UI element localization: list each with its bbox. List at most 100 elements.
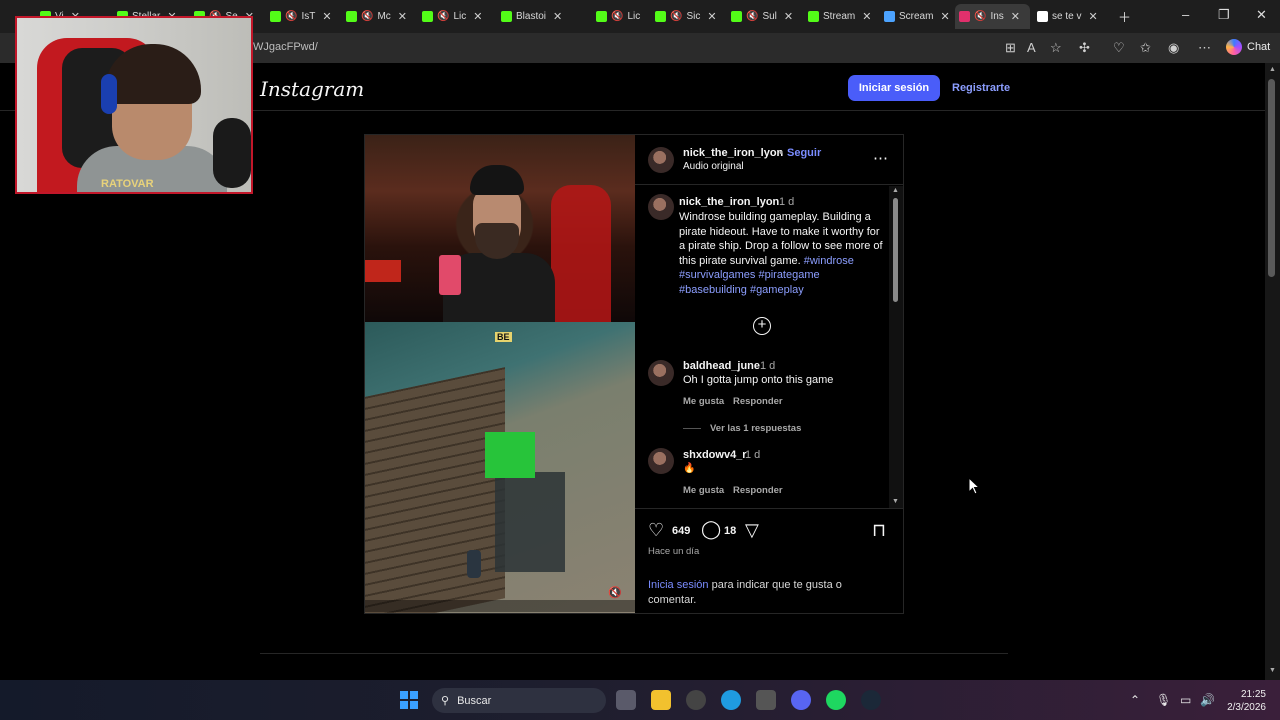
- comment-text: 🔥: [683, 463, 696, 474]
- more-options-icon[interactable]: ⋯: [873, 149, 888, 167]
- tab-mute-icon[interactable]: 🔇: [361, 11, 373, 22]
- tab-close-icon[interactable]: ✕: [398, 10, 407, 23]
- tab-close-icon[interactable]: ✕: [647, 10, 648, 23]
- login-prompt-link[interactable]: Inicia sesión: [648, 579, 709, 591]
- instagram-logo[interactable]: Instagram: [260, 77, 364, 101]
- tab-close-icon[interactable]: ✕: [862, 10, 871, 23]
- comment-avatar[interactable]: [648, 448, 674, 474]
- app-available-icon[interactable]: ⊞: [1005, 40, 1016, 56]
- browser-tab[interactable]: Blastoi ✕: [497, 4, 589, 29]
- tab-close-icon[interactable]: ✕: [322, 10, 331, 23]
- comment-username[interactable]: baldhead_june: [683, 360, 760, 372]
- url-text[interactable]: WJgacFPwd/: [253, 41, 318, 53]
- steam-icon[interactable]: [861, 690, 881, 710]
- comment-username[interactable]: shxdowv4_r: [683, 449, 747, 461]
- edge-browser-icon[interactable]: [721, 690, 741, 710]
- page-scrollbar[interactable]: ▲ ▼: [1265, 63, 1280, 680]
- browser-tab[interactable]: 🔇 Lic ✕: [592, 4, 648, 29]
- discord-icon[interactable]: [791, 690, 811, 710]
- spotify-icon[interactable]: [826, 690, 846, 710]
- comment-like-link[interactable]: Me gusta: [683, 396, 724, 407]
- caption-author[interactable]: nick_the_iron_lyon: [679, 196, 779, 208]
- tab-close-icon[interactable]: ✕: [473, 10, 482, 23]
- page-scroll-up-icon[interactable]: ▲: [1269, 66, 1276, 73]
- microphone-icon[interactable]: 🎙: [1156, 693, 1171, 707]
- obs-icon[interactable]: [686, 690, 706, 710]
- author-username[interactable]: nick_the_iron_lyon: [683, 147, 783, 159]
- tray-overflow-icon[interactable]: ⌃: [1130, 693, 1140, 707]
- tab-mute-icon[interactable]: 🔇: [746, 11, 758, 22]
- volume-icon[interactable]: 🔊: [1200, 693, 1215, 707]
- load-more-comments-icon[interactable]: +: [753, 317, 771, 335]
- follow-link[interactable]: Seguir: [787, 147, 821, 159]
- like-count[interactable]: 649: [672, 525, 690, 537]
- tab-mute-icon[interactable]: 🔇: [974, 11, 986, 22]
- read-aloud-icon[interactable]: A: [1027, 40, 1036, 55]
- browser-tab[interactable]: 🔇 Sul ✕: [727, 4, 801, 29]
- close-window-icon[interactable]: ✕: [1256, 7, 1267, 23]
- tab-mute-icon[interactable]: 🔇: [285, 11, 297, 22]
- task-view-icon[interactable]: [616, 690, 636, 710]
- scroll-up-arrow-icon[interactable]: ▲: [892, 187, 899, 194]
- comments-scrollbar[interactable]: ▲ ▼: [889, 186, 903, 508]
- browser-tab[interactable]: 🔇 Ins ✕: [955, 4, 1030, 29]
- network-icon[interactable]: ▭: [1180, 693, 1191, 707]
- system-clock[interactable]: 21:25 2/3/2026: [1220, 688, 1266, 714]
- tab-mute-icon[interactable]: 🔇: [670, 11, 682, 22]
- windows-taskbar: ⚲ Buscar ⌃ 🎙 ▭ 🔊 21:25 2/3/2026: [0, 680, 1280, 720]
- share-icon[interactable]: ▽: [745, 520, 759, 541]
- tab-mute-icon[interactable]: 🔇: [611, 11, 623, 22]
- comments-section: nick_the_iron_lyon 1 d Windrose building…: [635, 186, 903, 509]
- comments-scroll-thumb[interactable]: [893, 198, 898, 302]
- save-bookmark-icon[interactable]: ⊓: [872, 520, 886, 541]
- like-heart-icon[interactable]: ♡: [648, 520, 664, 541]
- video-neon-sign: [365, 260, 401, 282]
- caption-avatar[interactable]: [648, 194, 674, 220]
- comment-like-link[interactable]: Me gusta: [683, 485, 724, 496]
- login-button[interactable]: Iniciar sesión: [848, 75, 940, 101]
- tab-close-icon[interactable]: ✕: [553, 10, 562, 23]
- browser-tab[interactable]: se te v ✕: [1033, 4, 1108, 29]
- new-tab-icon[interactable]: ＋: [1118, 7, 1131, 26]
- audio-label[interactable]: Audio original: [683, 161, 744, 172]
- browser-tab[interactable]: 🔇 Sic ✕: [651, 4, 724, 29]
- scroll-down-arrow-icon[interactable]: ▼: [892, 498, 899, 505]
- page-scroll-thumb[interactable]: [1268, 79, 1275, 277]
- browser-tab[interactable]: Scream ✕: [880, 4, 952, 29]
- comment-reply-link[interactable]: Responder: [733, 396, 783, 407]
- browser-tab[interactable]: 🔇 IsT ✕: [266, 4, 339, 29]
- signup-link[interactable]: Registrarte: [952, 82, 1010, 94]
- browser-tab[interactable]: Stream ✕: [804, 4, 877, 29]
- browser-tab[interactable]: 🔇 Lic ✕: [418, 4, 494, 29]
- comment-avatar[interactable]: [648, 360, 674, 386]
- video-wooden-dock: [365, 367, 505, 613]
- browser-tab[interactable]: 🔇 Mc ✕: [342, 4, 415, 29]
- taskbar-search-box[interactable]: ⚲ Buscar: [432, 688, 606, 713]
- author-avatar[interactable]: [648, 147, 674, 173]
- start-button-icon[interactable]: [400, 691, 418, 709]
- file-explorer-icon[interactable]: [651, 690, 671, 710]
- tab-close-icon[interactable]: ✕: [784, 10, 793, 23]
- tab-close-icon[interactable]: ✕: [1011, 10, 1020, 23]
- tab-close-icon[interactable]: ✕: [707, 10, 716, 23]
- clock-date: 2/3/2026: [1227, 702, 1266, 713]
- extensions-icon[interactable]: ✣: [1079, 40, 1090, 56]
- profile-icon[interactable]: ◉: [1168, 40, 1179, 56]
- favorite-star-icon[interactable]: ☆: [1050, 40, 1062, 56]
- mute-toggle-icon[interactable]: 🔇: [608, 586, 622, 599]
- minimize-icon[interactable]: –: [1182, 7, 1189, 22]
- maximize-icon[interactable]: ❐: [1218, 7, 1230, 23]
- copilot-chat-button[interactable]: Chat: [1226, 39, 1270, 55]
- comment-reply-link[interactable]: Responder: [733, 485, 783, 496]
- more-menu-icon[interactable]: ⋯: [1198, 40, 1211, 56]
- comment-bubble-icon[interactable]: ◯: [701, 519, 721, 540]
- favorites-icon[interactable]: ✩: [1140, 40, 1151, 56]
- tab-mute-icon[interactable]: 🔇: [437, 11, 449, 22]
- view-replies-link[interactable]: Ver las 1 respuestas: [710, 423, 801, 434]
- post-video[interactable]: BE 🔇: [365, 135, 635, 613]
- browser-essentials-icon[interactable]: ♡: [1113, 40, 1125, 56]
- tab-close-icon[interactable]: ✕: [940, 10, 949, 23]
- tab-close-icon[interactable]: ✕: [1088, 10, 1097, 23]
- page-scroll-down-icon[interactable]: ▼: [1269, 667, 1276, 674]
- app-icon[interactable]: [756, 690, 776, 710]
